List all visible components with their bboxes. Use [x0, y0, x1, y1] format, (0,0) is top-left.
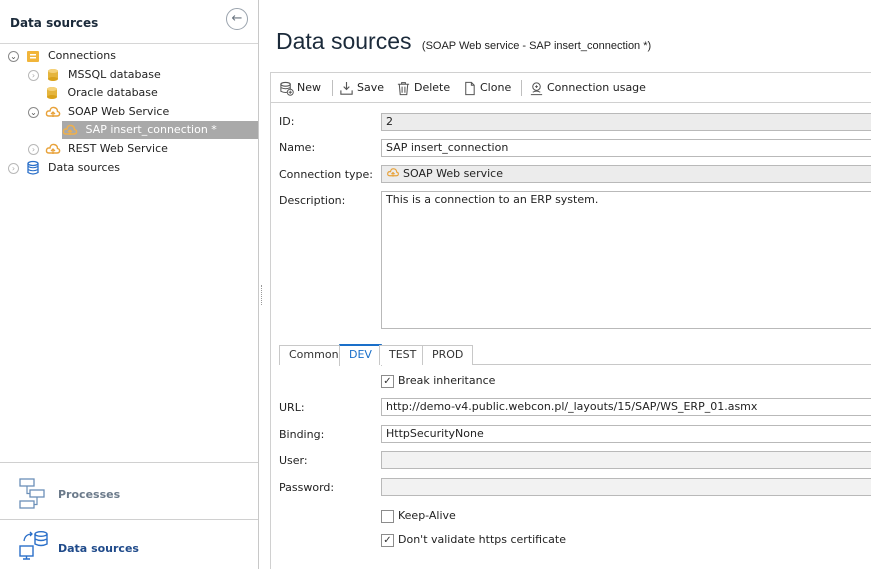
- password-field[interactable]: [381, 478, 871, 496]
- trash-icon: [397, 81, 410, 95]
- tab-dev[interactable]: DEV: [339, 344, 382, 366]
- expand-icon[interactable]: ›: [8, 162, 19, 174]
- soap-cloud-icon: [387, 168, 399, 177]
- connection-usage-button-label: Connection usage: [547, 81, 646, 94]
- left-panel: Data sources ← ⌄ Connections › MSSQL dat…: [0, 0, 259, 569]
- break-inheritance-label: Break inheritance: [398, 374, 496, 387]
- left-panel-title: Data sources: [10, 16, 99, 30]
- binding-field[interactable]: HttpSecurityNone: [381, 425, 871, 443]
- collapse-icon[interactable]: ⌄: [8, 50, 19, 62]
- keep-alive-label: Keep-Alive: [398, 509, 456, 522]
- nav-data-sources-label: Data sources: [58, 542, 139, 555]
- tab-test[interactable]: TEST: [379, 345, 427, 365]
- expand-icon[interactable]: ›: [28, 69, 39, 81]
- tree-item-sap-insert-connection[interactable]: SAP insert_connection *: [62, 121, 258, 139]
- dont-validate-https-checkbox[interactable]: ✓ Don't validate https certificate: [381, 532, 566, 548]
- tree-item-label: Data sources: [48, 161, 121, 174]
- page-title: Data sources (SOAP Web service - SAP ins…: [276, 28, 651, 55]
- save-icon: [340, 81, 353, 95]
- soap-cloud-icon: [62, 124, 78, 135]
- toolbar-divider: [332, 80, 333, 96]
- environment-tabs: Common DEV TEST PROD: [279, 343, 871, 366]
- checkmark-icon: ✓: [381, 374, 394, 388]
- data-sources-database-icon: [26, 160, 39, 175]
- mssql-database-icon: [47, 69, 58, 81]
- delete-button[interactable]: Delete: [396, 79, 450, 97]
- dont-validate-https-label: Don't validate https certificate: [398, 533, 566, 546]
- connection-form: ID: 2 Name: SAP insert_connection Connec…: [270, 102, 871, 569]
- main-content: Data sources (SOAP Web service - SAP ins…: [264, 0, 871, 569]
- toolbar: New Save Delete Clone Connection usage: [270, 72, 871, 102]
- clone-button-label: Clone: [480, 81, 512, 94]
- url-field[interactable]: http://demo-v4.public.webcon.pl/_layouts…: [381, 398, 871, 416]
- new-button[interactable]: New: [279, 79, 321, 97]
- connection-type-field: SOAP Web service: [381, 165, 871, 183]
- left-panel-header: Data sources ←: [0, 0, 258, 44]
- binding-label: Binding:: [279, 428, 325, 441]
- url-label: URL:: [279, 401, 305, 414]
- checkbox-box: [381, 509, 394, 523]
- tree-item-label: Oracle database: [67, 86, 158, 99]
- new-database-icon: [280, 81, 294, 96]
- id-label: ID:: [279, 115, 295, 128]
- break-inheritance-checkbox[interactable]: ✓ Break inheritance: [381, 373, 495, 389]
- connections-folder-icon: [26, 51, 39, 62]
- description-field[interactable]: This is a connection to an ERP system.: [381, 191, 871, 329]
- delete-button-label: Delete: [414, 81, 451, 94]
- tree-item-label: SAP insert_connection *: [85, 123, 217, 136]
- tree-item-label: Connections: [48, 49, 116, 62]
- save-button-label: Save: [357, 81, 385, 94]
- tree-item-label: REST Web Service: [68, 142, 168, 155]
- id-field: 2: [381, 113, 871, 131]
- tree-item-mssql-database[interactable]: › MSSQL database: [28, 66, 161, 84]
- data-sources-icon: [19, 531, 48, 560]
- toolbar-divider: [521, 80, 522, 96]
- rest-cloud-icon: [45, 143, 60, 154]
- clone-button[interactable]: Clone: [462, 79, 511, 97]
- tree-item-connections[interactable]: ⌄ Connections: [8, 47, 116, 65]
- tree-item-label: MSSQL database: [68, 68, 161, 81]
- expand-icon[interactable]: ›: [28, 143, 39, 155]
- user-field[interactable]: [381, 451, 871, 469]
- tree-item-oracle-database[interactable]: Oracle database: [44, 84, 158, 102]
- tab-prod[interactable]: PROD: [422, 345, 474, 365]
- description-label: Description:: [279, 194, 346, 207]
- tree-item-data-sources[interactable]: › Data sources: [8, 159, 120, 177]
- tree-item-label: SOAP Web Service: [68, 105, 170, 118]
- soap-cloud-icon: [45, 106, 60, 117]
- clone-icon: [465, 81, 475, 95]
- collapse-panel-button[interactable]: ←: [226, 8, 248, 30]
- panel-splitter[interactable]: [261, 285, 263, 305]
- name-field[interactable]: SAP insert_connection: [381, 139, 871, 157]
- nav-processes-label: Processes: [58, 488, 121, 501]
- page-title-text: Data sources: [276, 28, 412, 54]
- collapse-icon[interactable]: ⌄: [28, 106, 39, 118]
- save-button[interactable]: Save: [339, 79, 384, 97]
- new-button-label: New: [297, 81, 321, 94]
- nav-data-sources[interactable]: Data sources: [0, 520, 258, 569]
- tree-item-rest-web-service[interactable]: › REST Web Service: [28, 140, 168, 158]
- keep-alive-checkbox[interactable]: Keep-Alive: [381, 508, 456, 524]
- checkmark-icon: ✓: [381, 533, 394, 547]
- connection-usage-icon: [530, 81, 543, 95]
- password-label: Password:: [279, 481, 335, 494]
- processes-icon: [19, 478, 45, 509]
- tree-item-soap-web-service[interactable]: ⌄ SOAP Web Service: [28, 103, 169, 121]
- connection-usage-button[interactable]: Connection usage: [529, 79, 646, 97]
- user-label: User:: [279, 454, 308, 467]
- oracle-database-icon: [47, 87, 57, 99]
- name-label: Name:: [279, 141, 316, 154]
- connection-type-value: SOAP Web service: [403, 167, 503, 180]
- page-subtitle: (SOAP Web service - SAP insert_connectio…: [421, 40, 652, 52]
- nav-processes[interactable]: Processes: [0, 462, 258, 520]
- connection-type-label: Connection type:: [279, 168, 374, 181]
